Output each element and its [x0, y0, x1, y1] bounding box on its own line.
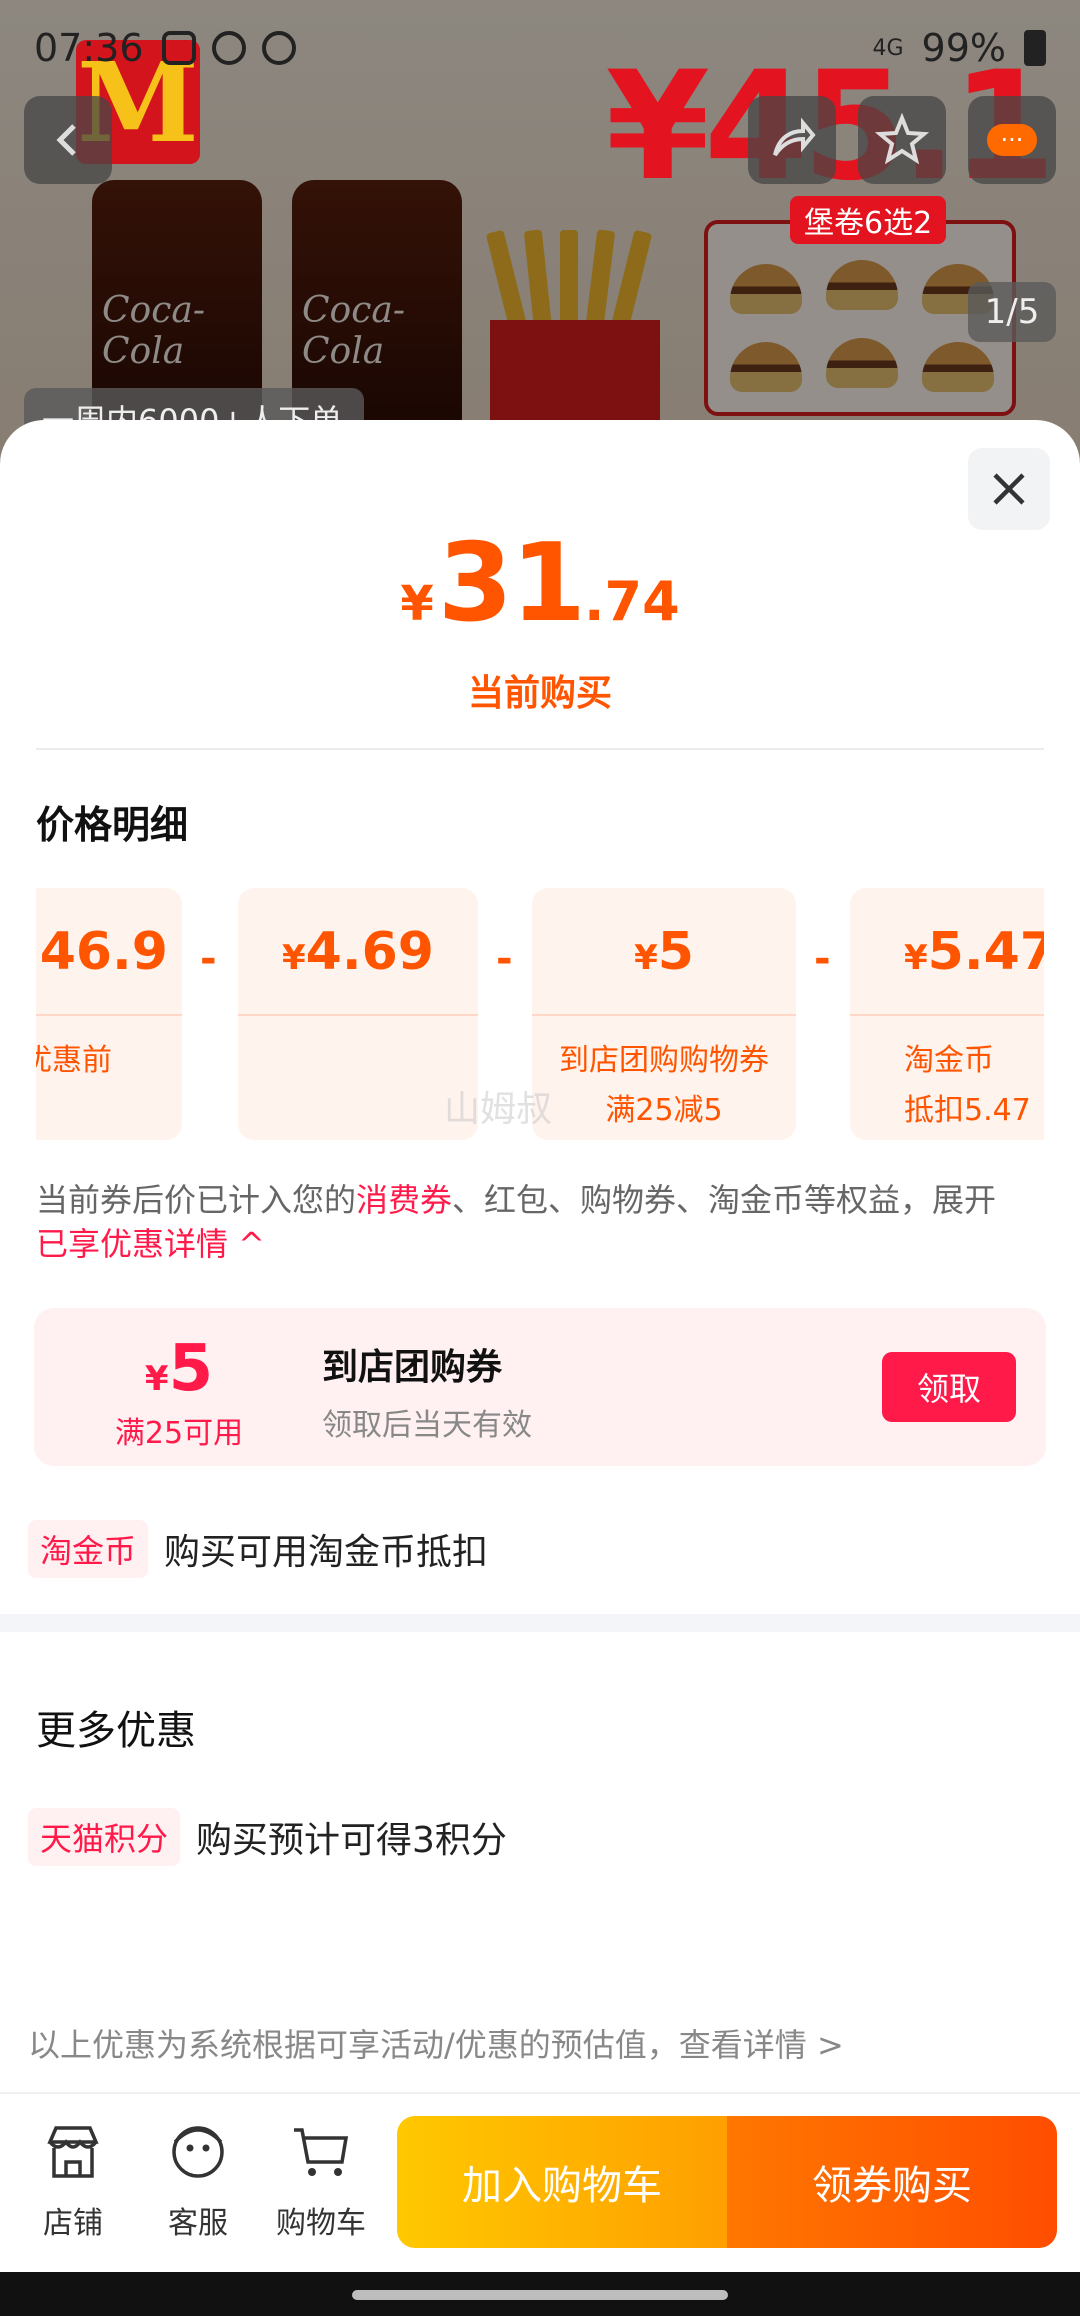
bottom-action-bar: 店铺 客服 购物车 加入购物车 领券购买: [0, 2092, 1080, 2272]
home-gesture-bar[interactable]: [352, 2290, 728, 2300]
claim-coupon-button[interactable]: 领取: [882, 1352, 1016, 1422]
breakdown-title: 价格明细: [36, 803, 189, 847]
minus-sign: -: [496, 936, 513, 982]
store-coupon-card: ¥5 满25可用 到店团购券 领取后当天有效 领取: [34, 1308, 1046, 1466]
add-to-cart-button[interactable]: 加入购物车: [397, 2116, 727, 2248]
back-button[interactable]: [24, 96, 112, 184]
tmall-points-tag: 天猫积分: [28, 1808, 181, 1866]
tmall-points-row: 天猫积分 购买预计可得3积分: [28, 1808, 507, 1866]
price-label: 当前购买: [467, 673, 612, 714]
breakdown-card-original: 46.9 优惠前: [36, 888, 182, 1140]
claim-and-buy-button[interactable]: 领券购买: [727, 2116, 1057, 2248]
coupon-desc: 领取后当天有效: [322, 1408, 532, 1443]
price-currency: ¥: [400, 576, 434, 632]
breakdown-card-coupon: ¥5 到店团购购物券 满25减5: [532, 888, 796, 1140]
battery-icon: [1024, 30, 1046, 66]
benefit-note: 当前券后价已计入您的消费券、红包、购物券、淘金币等权益，展开 已享优惠详情 ^: [36, 1181, 997, 1263]
expand-discount-details-link[interactable]: 已享优惠详情 ^: [36, 1225, 265, 1263]
current-price: ¥ 31 .74 当前购买: [0, 530, 1080, 716]
price-detail-sheet: ¥ 31 .74 当前购买 价格明细 46.9 优惠前 - ¥4.69 - ¥5…: [0, 420, 1080, 2272]
cart-button[interactable]: 购物车: [266, 2124, 376, 2242]
promo-tag: 堡卷6选2: [790, 196, 947, 244]
cart-icon: [294, 2128, 349, 2176]
taojinbi-text: 购买可用淘金币抵扣: [164, 1532, 489, 1573]
star-icon: [875, 113, 929, 165]
back-arrow-icon: [56, 124, 76, 156]
system-nav-bar: [0, 2272, 1080, 2316]
shop-icon: [47, 2126, 99, 2178]
customer-service-button[interactable]: 客服: [143, 2124, 253, 2242]
coupon-amount: ¥5: [144, 1332, 214, 1406]
price-integer: 31: [437, 521, 586, 646]
status-time: 07:36: [34, 26, 144, 70]
consumer-coupon-link[interactable]: 消费券: [356, 1181, 452, 1219]
section-gap: [0, 1614, 1080, 1632]
breakdown-card-discount: ¥4.69: [238, 888, 478, 1140]
price-decimal: .74: [584, 570, 680, 633]
estimate-details-link[interactable]: 以上优惠为系统根据可享活动/优惠的预估值，查看详情 >: [28, 2020, 844, 2066]
more-button[interactable]: ···: [968, 96, 1056, 184]
image-notification-icon: [161, 31, 196, 65]
wechat-icon: [211, 31, 246, 65]
network-type: 4G: [872, 35, 904, 61]
share-icon: [773, 117, 816, 157]
favorite-button[interactable]: [858, 96, 946, 184]
image-pager: 1/5: [968, 282, 1056, 342]
taojinbi-row: 淘金币 购买可用淘金币抵扣: [28, 1520, 488, 1578]
shop-button[interactable]: 店铺: [18, 2124, 128, 2242]
watermark: 山姆叔: [444, 1089, 553, 1130]
breakdown-card-taojinbi: ¥5.47 淘金币 抵扣5.47: [850, 888, 1044, 1140]
service-icon: [172, 2126, 224, 2178]
divider: [36, 748, 1044, 750]
tmall-points-text: 购买预计可得3积分: [196, 1820, 507, 1861]
coupon-condition: 满25可用: [114, 1416, 244, 1451]
coupon-title: 到店团购券: [322, 1347, 503, 1388]
minus-sign: -: [200, 936, 217, 982]
battery-percent: 99%: [921, 26, 1006, 70]
status-bar: 07:36 4G 99%: [0, 0, 1080, 96]
minus-sign: -: [814, 936, 831, 982]
compass-icon: [261, 31, 296, 65]
more-offers-title: 更多优惠: [36, 1708, 196, 1754]
more-icon: ···: [986, 124, 1038, 156]
share-button[interactable]: [748, 96, 836, 184]
close-icon: [993, 473, 1025, 505]
taojinbi-tag: 淘金币: [28, 1520, 149, 1578]
close-button[interactable]: [968, 448, 1050, 530]
